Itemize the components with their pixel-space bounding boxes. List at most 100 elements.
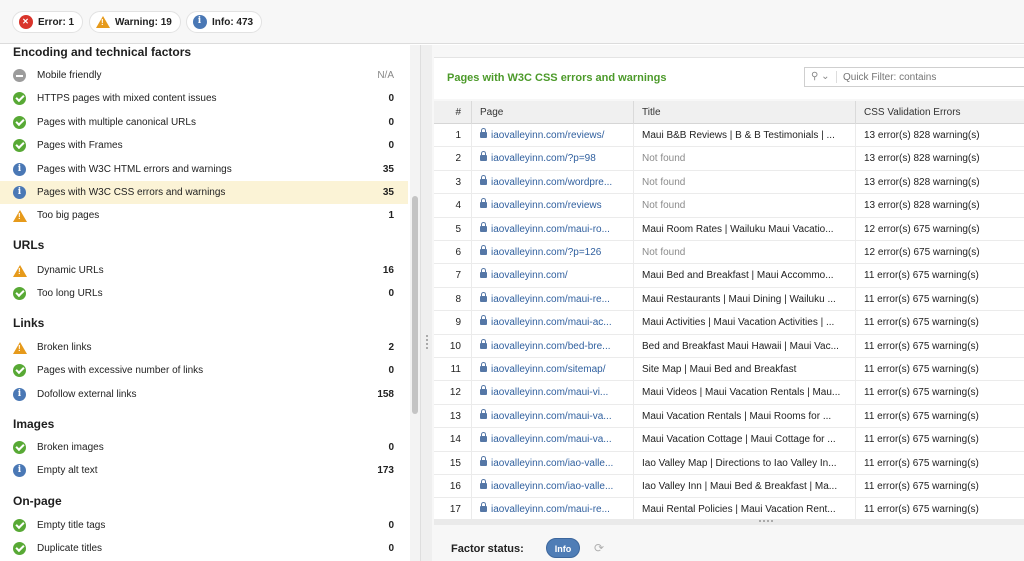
table-row[interactable]: 13 iaovalleyinn.com/maui-va... Maui Vacati… bbox=[434, 404, 1024, 429]
section-heading: Links bbox=[13, 316, 45, 330]
info-filter-button[interactable]: Info: 473 bbox=[186, 11, 263, 33]
refresh-icon[interactable]: ⟳ bbox=[594, 541, 604, 555]
table-row[interactable]: 10 iaovalleyinn.com/bed-bre... Bed and Bre… bbox=[434, 334, 1024, 358]
factor-label: Dofollow external links bbox=[37, 388, 137, 400]
table-row[interactable]: 7 iaovalleyinn.com/Maui Bed and Breakfast… bbox=[434, 264, 1024, 288]
page-url-link[interactable]: iaovalleyinn.com/maui-va... bbox=[472, 428, 634, 452]
column-header-number[interactable]: # bbox=[434, 101, 472, 124]
lock-icon bbox=[480, 245, 487, 255]
table-row[interactable]: 14 iaovalleyinn.com/maui-va... Maui Vacati… bbox=[434, 428, 1024, 452]
page-url-link[interactable]: iaovalleyinn.com/reviews bbox=[472, 194, 634, 218]
panel-splitter[interactable] bbox=[420, 45, 432, 561]
check-icon bbox=[13, 519, 28, 533]
warning-filter-button[interactable]: Warning: 19 bbox=[89, 11, 181, 33]
css-validation-errors: 11 error(s) 675 warning(s) bbox=[864, 434, 979, 446]
factor-item[interactable]: Too long URLs 0 bbox=[0, 282, 408, 305]
page-title: Not found bbox=[634, 147, 856, 171]
page-url-link[interactable]: iaovalleyinn.com/maui-ac... bbox=[472, 311, 634, 335]
page-url-link[interactable]: iaovalleyinn.com/reviews/ bbox=[472, 124, 634, 147]
factor-status-badge[interactable]: Info bbox=[546, 538, 580, 558]
table-row[interactable]: 15 iaovalleyinn.com/iao-valle... Iao Valle… bbox=[434, 451, 1024, 475]
factor-label: Too long URLs bbox=[37, 288, 103, 300]
page-url-link[interactable]: iaovalleyinn.com/?p=98 bbox=[472, 147, 634, 171]
error-filter-button[interactable]: Error: 1 bbox=[12, 11, 84, 33]
details-header: Pages with W3C CSS errors and warnings ⚲… bbox=[434, 57, 1024, 99]
page-url-link[interactable]: iaovalleyinn.com/ bbox=[472, 264, 634, 288]
check-icon bbox=[13, 441, 28, 455]
css-validation-errors: 13 error(s) 828 warning(s) bbox=[864, 153, 980, 165]
factor-list-panel: Encoding and technical factors Mobile fri… bbox=[0, 45, 410, 561]
quick-filter-input[interactable] bbox=[843, 70, 1023, 84]
lock-icon bbox=[480, 432, 487, 443]
page-url-link[interactable]: iaovalleyinn.com/bed-bre... bbox=[472, 334, 634, 358]
page-title: Not found bbox=[634, 241, 856, 264]
factor-item[interactable]: Empty title tags 0 bbox=[0, 514, 408, 537]
factor-item[interactable]: Dofollow external links 158 bbox=[0, 383, 408, 406]
table-row[interactable]: 1 iaovalleyinn.com/reviews/Maui B&B Revie… bbox=[434, 124, 1024, 148]
quick-filter[interactable]: ⚲ ⌄ bbox=[804, 67, 1024, 87]
column-header-css-errors[interactable]: CSS Validation Errors bbox=[856, 101, 1024, 124]
factor-item[interactable]: Pages with W3C HTML errors and warnings 3… bbox=[0, 158, 408, 181]
page-url-text: iaovalleyinn.com/sitemap/ bbox=[491, 364, 606, 375]
table-row[interactable]: 4 iaovalleyinn.com/reviews Not found 13 err… bbox=[434, 194, 1024, 218]
factor-count: 1 bbox=[388, 210, 394, 222]
search-icon[interactable]: ⚲ ⌄ bbox=[811, 71, 837, 83]
factor-count: 16 bbox=[382, 265, 394, 276]
page-url-text: iaovalleyinn.com/maui-va... bbox=[491, 410, 612, 422]
page-url-text: iaovalleyinn.com/reviews bbox=[491, 200, 602, 212]
page-url-link[interactable]: iaovalleyinn.com/wordpre... bbox=[472, 170, 634, 194]
page-url-link[interactable]: iaovalleyinn.com/iao-valle... bbox=[472, 475, 634, 498]
page-url-link[interactable]: iaovalleyinn.com/maui-re... bbox=[472, 498, 634, 519]
factor-label: Pages with excessive number of links bbox=[37, 365, 204, 377]
page-title: Iao Valley Map | Directions to Iao Valle… bbox=[634, 451, 856, 475]
page-url-link[interactable]: iaovalleyinn.com/maui-vi... bbox=[472, 381, 634, 405]
column-header-title[interactable]: Title bbox=[634, 101, 856, 124]
lock-icon bbox=[480, 315, 487, 326]
page-url-link[interactable]: iaovalleyinn.com/sitemap/ bbox=[472, 358, 634, 381]
table-row[interactable]: 8 iaovalleyinn.com/maui-re... Maui Restaur… bbox=[434, 287, 1024, 312]
page-title: Bed and Breakfast Maui Hawaii | Maui Vac… bbox=[634, 334, 856, 358]
check-icon bbox=[13, 92, 28, 106]
table-row[interactable]: 2 iaovalleyinn.com/?p=98 Not found 13 error… bbox=[434, 147, 1024, 171]
table-row[interactable]: 17 iaovalleyinn.com/maui-re... Maui Rental… bbox=[434, 498, 1024, 519]
factor-item[interactable]: Broken images 0 bbox=[0, 436, 408, 459]
css-validation-errors: 12 error(s) 675 warning(s) bbox=[864, 247, 980, 258]
factor-item[interactable]: Pages with Frames 0 bbox=[0, 134, 408, 157]
factor-list-scroll-thumb[interactable] bbox=[412, 196, 418, 414]
table-row[interactable]: 3 iaovalleyinn.com/wordpre... Not found 13 … bbox=[434, 170, 1024, 195]
factor-item[interactable]: Dynamic URLs 16 bbox=[0, 259, 408, 282]
page-url-link[interactable]: iaovalleyinn.com/iao-valle... bbox=[472, 451, 634, 475]
page-title: Iao Valley Inn | Maui Bed & Breakfast | … bbox=[634, 475, 856, 498]
factor-status-bar: Factor status: Info ⟳ bbox=[434, 525, 1024, 561]
page-url-link[interactable]: iaovalleyinn.com/?p=126 bbox=[472, 241, 634, 264]
table-row[interactable]: 6 iaovalleyinn.com/?p=126 Not found 12 erro… bbox=[434, 241, 1024, 265]
factor-item[interactable]: Pages with excessive number of links 0 bbox=[0, 359, 408, 382]
table-row[interactable]: 9 iaovalleyinn.com/maui-ac... Maui Activit… bbox=[434, 311, 1024, 335]
factor-item[interactable]: Pages with W3C CSS errors and warnings 35 bbox=[0, 181, 408, 204]
page-url-link[interactable]: iaovalleyinn.com/maui-re... bbox=[472, 287, 634, 311]
factor-label: Empty alt text bbox=[37, 465, 98, 477]
factor-item[interactable]: HTTPS pages with mixed content issues 0 bbox=[0, 87, 408, 110]
table-row[interactable]: 11 iaovalleyinn.com/sitemap/Site Map | Ma… bbox=[434, 358, 1024, 382]
table-row[interactable]: 16 iaovalleyinn.com/iao-valle... Iao Valle… bbox=[434, 475, 1024, 499]
check-icon bbox=[13, 364, 28, 378]
warning-icon bbox=[13, 210, 28, 224]
factor-label: Broken links bbox=[37, 342, 92, 353]
css-validation-errors: 11 error(s) 675 warning(s) bbox=[864, 340, 979, 352]
table-row[interactable]: 12 iaovalleyinn.com/maui-vi... Maui Videos… bbox=[434, 381, 1024, 405]
factor-item[interactable]: Pages with multiple canonical URLs 0 bbox=[0, 111, 408, 134]
page-url-link[interactable]: iaovalleyinn.com/maui-ro... bbox=[472, 217, 634, 241]
row-number: 9 bbox=[434, 311, 472, 335]
column-header-page[interactable]: Page bbox=[472, 101, 634, 124]
table-row[interactable]: 5 iaovalleyinn.com/maui-ro... Maui Room Ra… bbox=[434, 217, 1024, 241]
lock-icon bbox=[480, 385, 487, 396]
factor-item[interactable]: Broken links 2 bbox=[0, 336, 408, 359]
factor-item[interactable]: Mobile friendly N/A bbox=[0, 64, 408, 87]
factor-item[interactable]: Duplicate titles 0 bbox=[0, 537, 408, 560]
factor-item[interactable]: Empty alt text 173 bbox=[0, 459, 408, 482]
page-url-text: iaovalleyinn.com/iao-valle... bbox=[491, 457, 614, 469]
page-url-link[interactable]: iaovalleyinn.com/maui-va... bbox=[472, 404, 634, 428]
factor-item[interactable]: Too big pages 1 bbox=[0, 204, 408, 227]
factor-label: Empty title tags bbox=[37, 520, 106, 531]
css-validation-errors: 13 error(s) 828 warning(s) bbox=[864, 176, 980, 188]
